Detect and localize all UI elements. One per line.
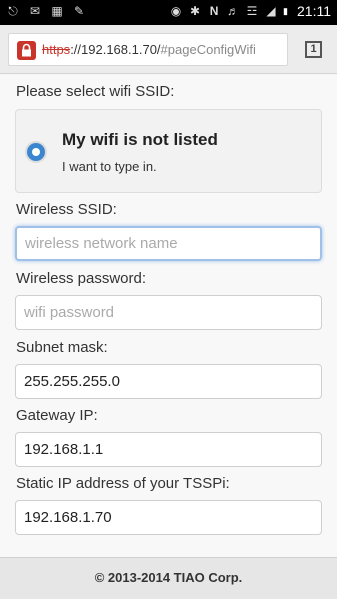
option-title: My wifi is not listed (62, 130, 218, 149)
wifi-config-page: Please select wifi SSID: My wifi is not … (0, 75, 337, 557)
signal-icon: ◢ (266, 4, 276, 18)
eye-icon: ◉ (170, 4, 182, 18)
subnet-input[interactable] (15, 364, 322, 399)
app-icon: ▦ (51, 4, 63, 18)
option-subtitle: I want to type in. (62, 159, 157, 174)
url-path: #pageConfigWifi (160, 42, 256, 57)
static-ip-label: Static IP address of your TSSPi: (16, 475, 230, 492)
url-host: ://192.168.1.70/ (70, 42, 161, 57)
status-time: 21:11 (297, 3, 331, 19)
insecure-lock-icon[interactable] (17, 41, 36, 60)
wifi-icon: ☲ (246, 4, 258, 18)
radio-selected-icon[interactable] (27, 143, 45, 161)
password-label: Wireless password: (16, 270, 147, 287)
nfc-icon: N (209, 4, 219, 18)
gateway-input[interactable] (15, 432, 322, 467)
url-bar[interactable]: https://192.168.1.70/#pageConfigWifi (8, 33, 288, 66)
footer-copyright: © 2013-2014 TIAO Corp. (0, 557, 337, 599)
mute-icon: ♬ (227, 4, 240, 18)
wifi-option-not-listed[interactable]: My wifi is not listed I want to type in. (15, 109, 322, 193)
mail-icon: ✉ (29, 4, 41, 18)
url-text[interactable]: https://192.168.1.70/#pageConfigWifi (42, 42, 256, 57)
tab-switcher-button[interactable]: 1 (305, 41, 322, 58)
status-bar: ⎋ ✉ ▦ ✎ ◉ ✱ N ♬ ☲ ◢ ▮ 21:11 (0, 0, 337, 25)
ssid-prompt: Please select wifi SSID: (16, 83, 175, 100)
ssid-input[interactable] (15, 226, 322, 261)
usb-icon: ⎋ (8, 4, 18, 18)
edit-icon: ✎ (73, 4, 85, 18)
ssid-label: Wireless SSID: (16, 201, 117, 218)
gateway-label: Gateway IP: (16, 407, 98, 424)
browser-toolbar: https://192.168.1.70/#pageConfigWifi 1 (0, 25, 337, 74)
password-input[interactable] (15, 295, 322, 330)
bluetooth-icon: ✱ (190, 4, 201, 18)
subnet-label: Subnet mask: (16, 339, 108, 356)
url-protocol: https (42, 42, 71, 57)
static-ip-input[interactable] (15, 500, 322, 535)
battery-icon: ▮ (283, 5, 288, 16)
